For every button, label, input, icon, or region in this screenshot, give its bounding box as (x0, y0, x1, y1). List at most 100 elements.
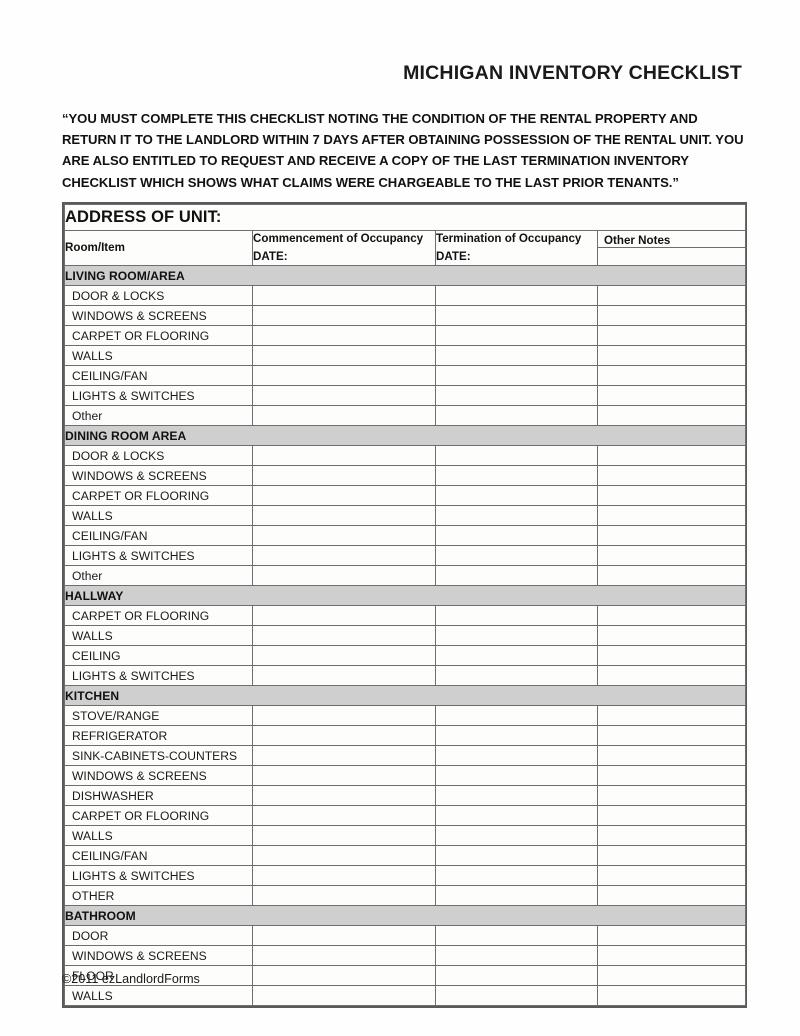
termination-entry-cell[interactable] (435, 725, 598, 746)
termination-entry-cell[interactable] (435, 545, 598, 566)
notes-entry-cell[interactable] (596, 805, 747, 826)
notes-entry-cell[interactable] (596, 305, 747, 326)
commencement-entry-cell[interactable] (252, 785, 436, 806)
commencement-entry-cell[interactable] (252, 465, 436, 486)
notes-entry-cell[interactable] (596, 545, 747, 566)
termination-entry-cell[interactable] (435, 445, 598, 466)
termination-entry-cell[interactable] (435, 985, 598, 1006)
notes-entry-cell[interactable] (596, 405, 747, 426)
notes-entry-cell[interactable] (596, 525, 747, 546)
commencement-entry-cell[interactable] (252, 925, 436, 946)
commencement-entry-cell[interactable] (252, 645, 436, 666)
commencement-entry-cell[interactable] (252, 305, 436, 326)
notes-entry-cell[interactable] (596, 945, 747, 966)
termination-entry-cell[interactable] (435, 285, 598, 306)
item-label: LIGHTS & SWITCHES (64, 545, 253, 566)
termination-entry-cell[interactable] (435, 885, 598, 906)
address-of-unit-cell[interactable]: ADDRESS OF UNIT: (63, 204, 747, 231)
termination-entry-cell[interactable] (435, 665, 598, 686)
termination-entry-cell[interactable] (435, 845, 598, 866)
notes-entry-cell[interactable] (596, 345, 747, 366)
notes-entry-cell[interactable] (596, 485, 747, 506)
commencement-entry-cell[interactable] (252, 505, 436, 526)
notes-entry-cell[interactable] (596, 445, 747, 466)
notes-entry-cell[interactable] (596, 625, 747, 646)
notes-entry-cell[interactable] (596, 705, 747, 726)
termination-entry-cell[interactable] (435, 825, 598, 846)
commencement-entry-cell[interactable] (252, 405, 436, 426)
notes-entry-cell[interactable] (596, 325, 747, 346)
termination-entry-cell[interactable] (435, 965, 598, 986)
commencement-entry-cell[interactable] (252, 805, 436, 826)
notes-entry-cell[interactable] (596, 505, 747, 526)
notes-entry-cell[interactable] (596, 865, 747, 886)
commencement-entry-cell[interactable] (252, 385, 436, 406)
commencement-entry-cell[interactable] (252, 865, 436, 886)
commencement-entry-cell[interactable] (252, 725, 436, 746)
termination-entry-cell[interactable] (435, 805, 598, 826)
notes-entry-cell[interactable] (596, 725, 747, 746)
commencement-entry-cell[interactable] (252, 625, 436, 646)
notes-entry-cell[interactable] (596, 465, 747, 486)
commencement-entry-cell[interactable] (252, 845, 436, 866)
notes-entry-cell[interactable] (596, 665, 747, 686)
notes-entry-cell[interactable] (596, 825, 747, 846)
termination-entry-cell[interactable] (435, 345, 598, 366)
notes-entry-cell[interactable] (596, 765, 747, 786)
notes-entry-cell[interactable] (596, 845, 747, 866)
termination-entry-cell[interactable] (435, 765, 598, 786)
termination-entry-cell[interactable] (435, 405, 598, 426)
termination-entry-cell[interactable] (435, 865, 598, 886)
notes-entry-cell[interactable] (596, 925, 747, 946)
commencement-entry-cell[interactable] (252, 985, 436, 1006)
notes-entry-cell[interactable] (596, 785, 747, 806)
termination-entry-cell[interactable] (435, 465, 598, 486)
termination-entry-cell[interactable] (435, 505, 598, 526)
notes-entry-cell[interactable] (596, 965, 747, 986)
commencement-entry-cell[interactable] (252, 745, 436, 766)
termination-date-label[interactable]: DATE: (436, 248, 597, 266)
commencement-date-label[interactable]: DATE: (253, 248, 435, 266)
commencement-entry-cell[interactable] (252, 765, 436, 786)
notes-entry-cell[interactable] (596, 745, 747, 766)
commencement-entry-cell[interactable] (252, 565, 436, 586)
termination-entry-cell[interactable] (435, 745, 598, 766)
termination-entry-cell[interactable] (435, 385, 598, 406)
commencement-entry-cell[interactable] (252, 485, 436, 506)
notes-entry-cell[interactable] (596, 605, 747, 626)
termination-entry-cell[interactable] (435, 525, 598, 546)
commencement-entry-cell[interactable] (252, 965, 436, 986)
notes-entry-cell[interactable] (596, 385, 747, 406)
commencement-entry-cell[interactable] (252, 605, 436, 626)
notes-entry-cell[interactable] (596, 285, 747, 306)
commencement-entry-cell[interactable] (252, 525, 436, 546)
notes-entry-cell[interactable] (596, 985, 747, 1006)
termination-entry-cell[interactable] (435, 705, 598, 726)
termination-entry-cell[interactable] (435, 365, 598, 386)
termination-entry-cell[interactable] (435, 925, 598, 946)
termination-entry-cell[interactable] (435, 305, 598, 326)
termination-entry-cell[interactable] (435, 645, 598, 666)
termination-entry-cell[interactable] (435, 785, 598, 806)
termination-entry-cell[interactable] (435, 605, 598, 626)
commencement-entry-cell[interactable] (252, 325, 436, 346)
notes-entry-cell[interactable] (596, 645, 747, 666)
commencement-entry-cell[interactable] (252, 285, 436, 306)
commencement-entry-cell[interactable] (252, 345, 436, 366)
commencement-entry-cell[interactable] (252, 885, 436, 906)
termination-entry-cell[interactable] (435, 945, 598, 966)
notes-entry-cell[interactable] (596, 565, 747, 586)
termination-entry-cell[interactable] (435, 625, 598, 646)
commencement-entry-cell[interactable] (252, 825, 436, 846)
commencement-entry-cell[interactable] (252, 945, 436, 966)
termination-entry-cell[interactable] (435, 485, 598, 506)
commencement-entry-cell[interactable] (252, 705, 436, 726)
termination-entry-cell[interactable] (435, 565, 598, 586)
commencement-entry-cell[interactable] (252, 365, 436, 386)
commencement-entry-cell[interactable] (252, 445, 436, 466)
notes-entry-cell[interactable] (596, 885, 747, 906)
notes-entry-cell[interactable] (596, 365, 747, 386)
termination-entry-cell[interactable] (435, 325, 598, 346)
commencement-entry-cell[interactable] (252, 665, 436, 686)
commencement-entry-cell[interactable] (252, 545, 436, 566)
